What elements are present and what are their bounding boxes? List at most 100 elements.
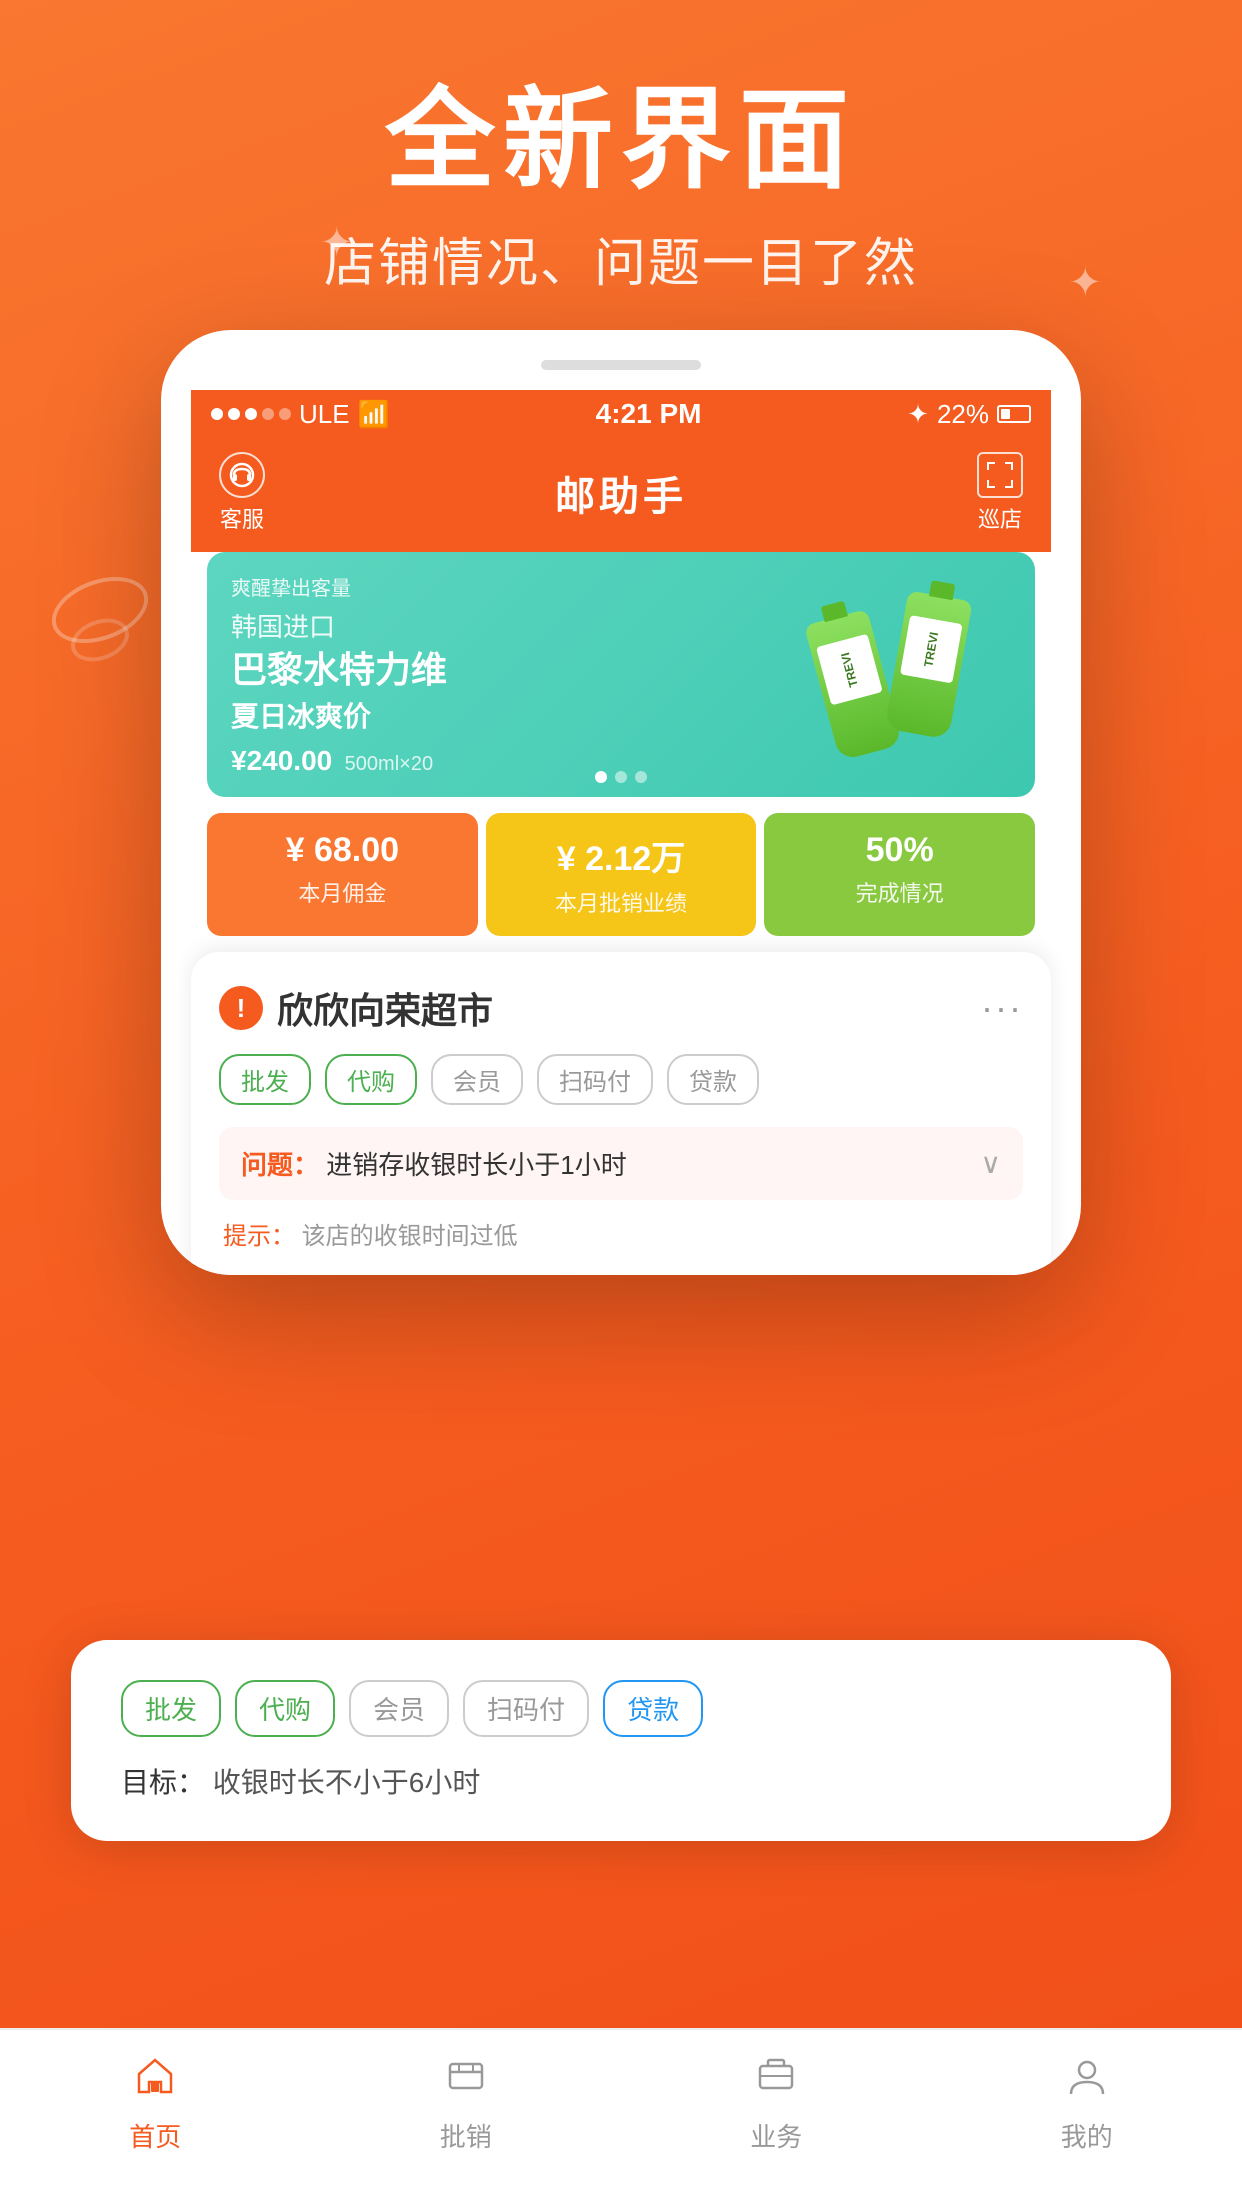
ftag-proxy[interactable]: 代购 (235, 1680, 335, 1737)
cs-icon (219, 452, 265, 498)
store-tags: 批发 代购 会员 扫码付 贷款 (219, 1054, 1023, 1105)
business-svg (754, 2054, 798, 2098)
banner-subtitle: 夏日冰爽价 (231, 695, 771, 735)
tag-proxy[interactable]: 代购 (325, 1054, 417, 1105)
battery-icon (997, 405, 1031, 423)
home-icon (133, 2054, 177, 2109)
banner-dot-3 (635, 771, 647, 783)
banner-image: TREVI TREVI (771, 595, 1011, 755)
wholesale-svg (444, 2054, 488, 2098)
ftag-member[interactable]: 会员 (349, 1680, 449, 1737)
dot-5 (279, 408, 291, 420)
wifi-icon: 📶 (358, 399, 390, 430)
battery-percent: 22% (937, 399, 989, 430)
nav-home[interactable]: 首页 (129, 2054, 181, 2154)
hint-label: 提示： (223, 1223, 295, 1250)
banner-price: ¥240.00 (231, 745, 332, 776)
clock: 4:21 PM (596, 398, 702, 430)
signal-dots (211, 408, 291, 420)
floating-tags: 批发 代购 会员 扫码付 贷款 (121, 1680, 1121, 1737)
bottle-group: TREVI TREVI (821, 595, 961, 755)
ftag-loan[interactable]: 贷款 (603, 1680, 703, 1737)
goal-content: 收银时长不小于6小时 (213, 1767, 481, 1798)
issue-panel[interactable]: 问题： 进销存收银时长小于1小时 ∨ (219, 1127, 1023, 1200)
stat-commission[interactable]: ¥ 68.00 本月佣金 (207, 813, 478, 936)
customer-service-btn[interactable]: 客服 (219, 452, 265, 534)
issue-text: 问题： 进销存收银时长小于1小时 (241, 1145, 627, 1182)
banner-pagination (595, 771, 647, 783)
stat-label-1: 本月批销业绩 (498, 886, 745, 918)
tag-member[interactable]: 会员 (431, 1054, 523, 1105)
cs-label: 客服 (220, 502, 264, 534)
banner-price-row: ¥240.00 500ml×20 (231, 745, 771, 777)
stat-value-0: ¥ 68.00 (219, 831, 466, 870)
deco-star-2: ✦ (320, 220, 354, 266)
goal-row: 目标： 收银时长不小于6小时 (121, 1761, 1121, 1801)
patrol-label: 巡店 (978, 502, 1022, 534)
store-name-row: ! 欣欣向荣超市 (219, 982, 493, 1034)
scan-icon (977, 452, 1023, 498)
battery-area: ✦ 22% (907, 399, 1031, 430)
hint-row: 提示： 该店的收银时间过低 (219, 1216, 1023, 1251)
bluetooth-icon: ✦ (907, 399, 929, 430)
phone-notch (541, 360, 701, 370)
hero-title: 全新界面 (0, 80, 1242, 201)
bottom-nav: 首页 批销 业务 我的 (0, 2028, 1242, 2208)
tag-qrpay[interactable]: 扫码付 (537, 1054, 653, 1105)
alert-icon: ! (219, 986, 263, 1030)
headset-icon (228, 461, 256, 489)
ftag-qrpay[interactable]: 扫码付 (463, 1680, 589, 1737)
phone-mockup: ULE 📶 4:21 PM ✦ 22% 客服 邮助手 (161, 330, 1081, 1275)
dot-3 (245, 408, 257, 420)
store-panel: ! 欣欣向荣超市 ··· 批发 代购 会员 扫码付 贷款 问题： 进销存收银时长… (191, 952, 1051, 1275)
stat-label-2: 完成情况 (776, 876, 1023, 908)
tag-loan[interactable]: 贷款 (667, 1054, 759, 1105)
mine-icon (1065, 2054, 1109, 2109)
status-left: ULE 📶 (211, 399, 390, 430)
tag-wholesale[interactable]: 批发 (219, 1054, 311, 1105)
stats-row: ¥ 68.00 本月佣金 ¥ 2.12万 本月批销业绩 50% 完成情况 (207, 813, 1035, 936)
more-options-btn[interactable]: ··· (981, 987, 1023, 1029)
wholesale-icon (444, 2054, 488, 2109)
dot-1 (211, 408, 223, 420)
chevron-down-icon: ∨ (981, 1147, 1002, 1180)
floating-store-card: 批发 代购 会员 扫码付 贷款 目标： 收银时长不小于6小时 (71, 1640, 1171, 1841)
nav-mine[interactable]: 我的 (1061, 2054, 1113, 2154)
nav-home-label: 首页 (129, 2117, 181, 2154)
ftag-wholesale[interactable]: 批发 (121, 1680, 221, 1737)
nav-business[interactable]: 业务 (750, 2054, 802, 2154)
issue-label: 问题： (241, 1150, 319, 1180)
mine-svg (1065, 2054, 1109, 2098)
stat-sales[interactable]: ¥ 2.12万 本月批销业绩 (486, 813, 757, 936)
bottle-2: TREVI (884, 590, 972, 739)
carrier-label: ULE (299, 399, 350, 430)
hero-subtitle: 店铺情况、问题一目了然 (0, 221, 1242, 296)
status-bar: ULE 📶 4:21 PM ✦ 22% (191, 390, 1051, 438)
nav-business-label: 业务 (750, 2117, 802, 2154)
stat-value-2: 50% (776, 831, 1023, 870)
app-title: 邮助手 (555, 464, 687, 522)
banner-title: 巴黎水特力维 (231, 648, 771, 691)
nav-wholesale-label: 批销 (440, 2117, 492, 2154)
banner-dot-2 (615, 771, 627, 783)
banner-line1: 韩国进口 (231, 607, 771, 644)
deco-star-1: ✦ (1068, 260, 1102, 306)
app-header: 客服 邮助手 巡店 (191, 438, 1051, 552)
product-banner[interactable]: 爽醒挚出客量 韩国进口 巴黎水特力维 夏日冰爽价 ¥240.00 500ml×2… (207, 552, 1035, 797)
nav-wholesale[interactable]: 批销 (440, 2054, 492, 2154)
issue-content: 进销存收银时长小于1小时 (326, 1150, 626, 1180)
qr-scan-icon (985, 460, 1015, 490)
patrol-btn[interactable]: 巡店 (977, 452, 1023, 534)
stat-label-0: 本月佣金 (219, 876, 466, 908)
banner-dot-1 (595, 771, 607, 783)
business-icon (754, 2054, 798, 2109)
nav-mine-label: 我的 (1061, 2117, 1113, 2154)
banner-text: 爽醒挚出客量 韩国进口 巴黎水特力维 夏日冰爽价 ¥240.00 500ml×2… (231, 572, 771, 777)
stat-completion[interactable]: 50% 完成情况 (764, 813, 1035, 936)
store-name: 欣欣向荣超市 (277, 982, 493, 1034)
stat-value-1: ¥ 2.12万 (498, 831, 745, 880)
banner-tag: 爽醒挚出客量 (231, 572, 771, 601)
dot-4 (262, 408, 274, 420)
dot-2 (228, 408, 240, 420)
banner-unit: 500ml×20 (345, 753, 433, 775)
